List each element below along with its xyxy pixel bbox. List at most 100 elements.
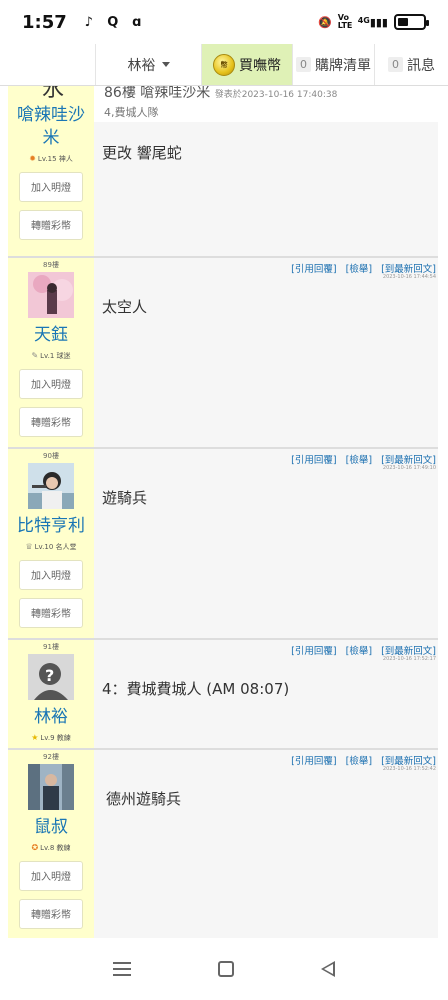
post-content: [引用回覆] [檢舉] [到最新回文] 2023-10-16 17:52:17 … [94,640,438,748]
avatar[interactable] [28,764,74,810]
user-menu[interactable]: 林裕 [96,44,202,85]
star-icon: ★ [31,733,39,743]
add-light-button[interactable]: 加入明燈 [19,171,83,202]
top-nav: 林裕 幣 買嘸幣 0 購牌清單 0 訊息 [0,44,448,86]
author-name[interactable]: 鼠叔 [34,816,68,839]
post-author: 89樓 天鈺 ✎ Lv.1 球迷 加入明燈 轉贈彩幣 [8,258,94,447]
post-subtitle: 4,費城人隊 [104,106,159,119]
post-actions: [引用回覆] [檢舉] [到最新回文] [285,261,436,275]
star-icon: ✪ [31,843,39,853]
author-name[interactable]: 林裕 [34,706,68,729]
rank-icon: ✹ [29,154,36,164]
messages-link[interactable]: 0 訊息 [374,44,448,85]
clock: 1:57 [22,11,67,33]
post-body: 遊騎兵 [102,489,148,507]
post: 89樓 天鈺 ✎ Lv.1 球迷 加入明燈 轉贈彩幣 [引用回覆] [檢舉] [… [8,258,438,449]
coin-icon: 幣 [213,53,235,76]
post-body: 太空人 [102,298,148,316]
post-time: 2023-10-16 17:52:42 [382,766,436,772]
post-date: 發表於2023-10-16 17:40:38 [214,90,338,100]
quote-reply-link[interactable]: [引用回覆] [291,756,336,767]
author-name[interactable]: 嗆辣哇沙米 [15,104,87,150]
quote-reply-link[interactable]: [引用回覆] [291,264,336,275]
battery-icon [394,14,429,30]
status-bar: 1:57 ♪ Q ɑ 🔕 Vo LTE 4G▮▮▮ [0,0,448,44]
quote-reply-link[interactable]: [引用回覆] [291,455,336,466]
post: 氷 嗆辣哇沙米 ✹ Lv.15 神人 加入明燈 轉贈彩幣 86樓 嗆辣哇沙米 發… [8,80,438,258]
report-link[interactable]: [檢舉] [346,756,372,767]
post: 91樓 ? 林裕 ★ Lv.9 教練 [引用回覆] [檢舉] [到最新回文] 2… [8,640,438,750]
author-rank: ♕ Lv.10 名人堂 [25,542,77,552]
gift-coins-button[interactable]: 轉贈彩幣 [19,406,83,437]
report-link[interactable]: [檢舉] [346,455,372,466]
quote-reply-link[interactable]: [引用回覆] [291,646,336,657]
network-type: 4G [357,15,370,25]
floor-number: 92樓 [43,753,59,761]
add-light-button[interactable]: 加入明燈 [19,368,83,399]
recent-apps-icon[interactable] [113,962,132,976]
post-time: 2023-10-16 17:44:54 [382,274,436,280]
floor-number: 91樓 [43,643,59,651]
gift-coins-button[interactable]: 轉贈彩幣 [19,597,83,628]
report-link[interactable]: [檢舉] [346,646,372,657]
caret-down-icon [161,62,170,67]
trophy-icon: ♕ [25,542,33,552]
notification-icons: ♪ Q ɑ [81,14,145,30]
buy-coins-label: 買嘸幣 [239,57,281,74]
report-link[interactable]: [檢舉] [346,264,372,275]
add-light-button[interactable]: 加入明燈 [19,559,83,590]
post-header-title: 86樓 嗆辣哇沙米 [104,85,211,101]
author-rank: ✹ Lv.15 神人 [29,154,73,164]
post-actions: [引用回覆] [檢舉] [到最新回文] [285,753,436,767]
buy-coins-button[interactable]: 幣 買嘸幣 [202,44,292,85]
home-icon[interactable] [217,961,234,977]
post-author: 90樓 比特亨利 ♕ Lv.10 名人堂 加入明燈 轉贈彩幣 [8,449,94,638]
post-actions: [引用回覆] [檢舉] [到最新回文] [285,452,436,466]
post-content: [引用回覆] [檢舉] [到最新回文] 2023-10-16 17:44:54 … [94,258,438,447]
post-author: 91樓 ? 林裕 ★ Lv.9 教練 [8,640,94,748]
cart-label: 購牌清單 [315,57,371,74]
author-name[interactable]: 天鈺 [34,324,68,347]
add-light-button[interactable]: 加入明燈 [19,860,83,891]
gift-coins-button[interactable]: 轉贈彩幣 [19,898,83,929]
mute-icon: 🔕 [317,15,332,29]
search-app-icon: ɑ [132,14,142,30]
post-author: 氷 嗆辣哇沙米 ✹ Lv.15 神人 加入明燈 轉贈彩幣 [8,80,94,256]
post-body: 4：費城費城人 (AM 08:07) [102,680,290,698]
post-content: [引用回覆] [檢舉] [到最新回文] 2023-10-16 17:52:42 … [94,750,438,938]
post-time: 2023-10-16 17:52:17 [382,656,436,662]
back-icon[interactable] [320,961,335,977]
post-time: 2023-10-16 17:49:10 [382,465,436,471]
floor-number: 89樓 [43,261,59,269]
svg-text:?: ? [45,666,54,685]
gift-coins-button[interactable]: 轉贈彩幣 [19,209,83,240]
post: 90樓 比特亨利 ♕ Lv.10 名人堂 加入明燈 轉贈彩幣 [引用回覆] [檢… [8,449,438,640]
post-actions: [引用回覆] [檢舉] [到最新回文] [285,643,436,657]
cart-count: 0 [296,57,311,72]
post-content: 86樓 嗆辣哇沙米 發表於2023-10-16 17:40:38 4,費城人隊 … [94,85,438,256]
post-header: 86樓 嗆辣哇沙米 發表於2023-10-16 17:40:38 4,費城人隊 [94,85,438,122]
post-list: 氷 嗆辣哇沙米 ✹ Lv.15 神人 加入明燈 轉贈彩幣 86樓 嗆辣哇沙米 發… [8,80,438,938]
system-nav-bar [0,938,448,1000]
rank-icon: ✎ [31,351,39,361]
post-content: [引用回覆] [檢舉] [到最新回文] 2023-10-16 17:49:10 … [94,449,438,638]
post-author: 92樓 鼠叔 ✪ Lv.8 教練 加入明燈 轉贈彩幣 [8,750,94,938]
avatar[interactable] [28,272,74,318]
post-body: 更改 響尾蛇 [102,144,182,162]
q-app-icon: Q [107,14,119,30]
floor-number: 90樓 [43,452,59,460]
author-rank: ✎ Lv.1 球迷 [31,351,71,361]
author-name[interactable]: 比特亨利 [17,515,85,538]
author-rank: ★ Lv.9 教練 [31,733,71,743]
avatar[interactable]: ? [28,654,74,700]
messages-label: 訊息 [407,57,435,74]
post: 92樓 鼠叔 ✪ Lv.8 教練 加入明燈 轉贈彩幣 [引用回覆] [檢舉] [… [8,750,438,938]
message-count: 0 [388,57,403,72]
tiktok-icon: ♪ [84,14,93,30]
avatar[interactable] [28,463,74,509]
post-body: 德州遊騎兵 [106,790,182,808]
user-name: 林裕 [127,57,156,74]
signal-icon: 4G▮▮▮ [357,15,388,29]
system-icons: 🔕 Vo LTE 4G▮▮▮ [317,14,429,30]
cart-link[interactable]: 0 購牌清單 [292,44,374,85]
